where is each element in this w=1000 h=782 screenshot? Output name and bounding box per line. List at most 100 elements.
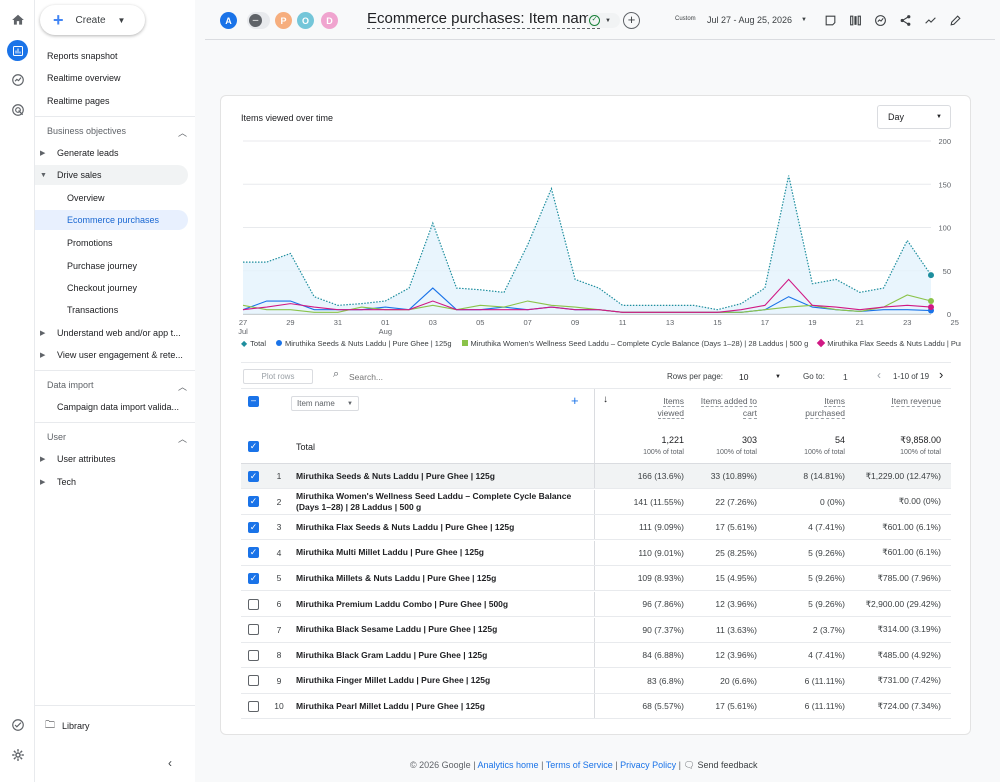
next-page-icon[interactable]: › (939, 367, 943, 382)
nav-tech[interactable]: ▶ Tech (35, 472, 188, 492)
table-row[interactable]: 8 Miruthika Black Gram Laddu | Pure Ghee … (241, 643, 951, 669)
select-all-checkbox[interactable]: – (248, 396, 259, 407)
avatar-a[interactable]: A (220, 12, 237, 29)
table-row[interactable]: ✓ 5 Miruthika Millets & Nuts Laddu | Pure … (241, 566, 951, 592)
row-checkbox[interactable]: ✓ (248, 496, 259, 508)
prev-page-icon[interactable]: ‹ (877, 368, 881, 382)
share-icon[interactable] (896, 11, 914, 29)
send-feedback-link[interactable]: Send feedback (697, 760, 757, 770)
nav-realtime-pages[interactable]: Realtime pages (35, 91, 188, 111)
customize-columns-icon[interactable] (846, 11, 864, 29)
goto-input[interactable]: 1 (843, 372, 848, 382)
items-purchased-cell: 8 (14.81%) (803, 471, 845, 481)
col-items-added-to-cart[interactable]: Items added to cart (677, 395, 757, 419)
plot-rows-button[interactable]: Plot rows (243, 369, 313, 384)
section-business-objectives[interactable]: Business objectives ︿ (47, 126, 187, 139)
explore-icon[interactable] (9, 71, 27, 89)
legend-swatch (816, 338, 826, 348)
nav-ecommerce-purchases[interactable]: Ecommerce purchases (35, 210, 188, 230)
table-row[interactable]: ✓ 1 Miruthika Seeds & Nuts Laddu | Pure Gh… (241, 464, 951, 489)
item-name: Miruthika Finger Millet Laddu | Pure Ghe… (296, 675, 491, 686)
advertising-icon[interactable] (9, 101, 27, 119)
page-title[interactable]: Ecommerce purchases: Item name (367, 10, 600, 29)
compare-icon[interactable] (871, 11, 889, 29)
table-row[interactable]: ✓ 2 Miruthika Women's Wellness Seed Laddu … (241, 489, 951, 515)
total-item-revenue: ₹9,858.00 (900, 435, 941, 445)
row-checkbox[interactable] (248, 700, 259, 712)
row-index: 10 (274, 701, 284, 712)
total-checkbox[interactable]: ✓ (248, 441, 259, 452)
create-button[interactable]: + Create ▼ (40, 5, 145, 35)
nav-reports-snapshot[interactable]: Reports snapshot (35, 46, 188, 66)
granularity-select[interactable]: Day ▼ (877, 105, 951, 129)
table-row[interactable]: 6 Miruthika Premium Laddu Combo | Pure Gh… (241, 592, 951, 617)
rows-per-page-label: Rows per page: (667, 372, 724, 381)
dimension-select[interactable]: Item name ▼ (291, 396, 359, 411)
nav-checkout-journey[interactable]: Checkout journey (35, 278, 188, 298)
rows-per-page-select[interactable]: 10 ▼ (739, 369, 781, 384)
add-dimension-icon[interactable]: + (571, 393, 579, 408)
row-checkbox[interactable]: ✓ (248, 470, 259, 482)
col-item-revenue[interactable]: Item revenue (851, 395, 941, 407)
total-items-purchased: 54 (834, 435, 845, 445)
nav-generate-leads[interactable]: ▶ Generate leads (35, 143, 188, 163)
item-revenue-cell: ₹785.00 (7.96%) (877, 572, 941, 583)
date-range-picker[interactable]: Jul 27 - Aug 25, 2026 (707, 15, 792, 25)
add-comparison-icon[interactable]: + (623, 12, 640, 29)
terms-link[interactable]: Terms of Service (546, 760, 613, 770)
row-checkbox[interactable] (248, 624, 259, 636)
table-row[interactable]: 10 Miruthika Pearl Millet Laddu | Pure Gh… (241, 694, 951, 720)
date-caret-icon[interactable]: ▼ (801, 17, 807, 23)
legend-item[interactable]: Miruthika Flax Seeds & Nuts Laddu | Pure… (816, 338, 961, 348)
table-row[interactable]: 9 Miruthika Finger Millet Laddu | Pure Gh… (241, 668, 951, 694)
row-checkbox[interactable]: ✓ (248, 572, 259, 584)
section-data-import[interactable]: Data import ︿ (47, 380, 187, 393)
privacy-link[interactable]: Privacy Policy (620, 760, 676, 770)
icon-rail (0, 0, 35, 782)
settings-gear-icon[interactable] (9, 746, 27, 764)
row-checkbox[interactable] (248, 675, 259, 687)
edit-pencil-icon[interactable] (946, 11, 964, 29)
legend-item[interactable]: ◆ Total (241, 339, 266, 348)
section-user[interactable]: User ︿ (47, 432, 187, 445)
admin-check-icon[interactable] (9, 716, 27, 734)
nav-understand-web[interactable]: ▶ Understand web and/or app t... (35, 323, 188, 343)
nav-promotions[interactable]: Promotions (35, 233, 188, 253)
col-items-purchased[interactable]: Items purchased (761, 395, 845, 419)
avatar-p[interactable]: P (275, 12, 292, 29)
legend-marker-icon: ◆ (241, 338, 248, 348)
table-row[interactable]: ✓ 3 Miruthika Flax Seeds & Nuts Laddu | Pu… (241, 515, 951, 541)
analytics-home-link[interactable]: Analytics home (478, 760, 539, 770)
avatar-o[interactable]: O (297, 12, 314, 29)
row-checkbox[interactable] (248, 598, 259, 610)
compare-toggle[interactable]: – (247, 12, 270, 29)
insights-trend-icon[interactable] (921, 11, 939, 29)
nav-realtime-overview[interactable]: Realtime overview (35, 68, 188, 88)
legend-item[interactable]: Miruthika Seeds & Nuts Laddu | Pure Ghee… (276, 339, 452, 348)
nav-view-engagement[interactable]: ▶ View user engagement & rete... (35, 345, 188, 365)
table-row[interactable]: 7 Miruthika Black Sesame Laddu | Pure Ghe… (241, 617, 951, 643)
home-icon[interactable] (9, 11, 27, 29)
section-label: User (47, 432, 67, 442)
nav-library[interactable]: 🗀 Library (35, 716, 188, 736)
insights-note-icon[interactable] (821, 11, 839, 29)
status-dropdown[interactable]: ✓ ▼ (586, 13, 620, 28)
item-name: Miruthika Seeds & Nuts Laddu | Pure Ghee… (296, 470, 495, 481)
nav-purchase-journey[interactable]: Purchase journey (35, 256, 188, 276)
row-checkbox[interactable]: ✓ (248, 547, 259, 559)
reports-icon[interactable] (7, 40, 28, 61)
row-checkbox[interactable] (248, 649, 259, 661)
avatar-d[interactable]: D (321, 12, 338, 29)
nav-drive-sales[interactable]: ▼ Drive sales (35, 165, 188, 185)
nav-overview[interactable]: Overview (35, 188, 188, 208)
row-checkbox[interactable]: ✓ (248, 521, 259, 533)
table-row[interactable]: ✓ 4 Miruthika Multi Millet Laddu | Pure Gh… (241, 540, 951, 566)
nav-user-attributes[interactable]: ▶ User attributes (35, 449, 188, 469)
collapse-nav-chevron-icon[interactable]: ‹ (168, 756, 172, 770)
sort-desc-arrow-icon[interactable]: ↓ (603, 394, 608, 405)
nav-transactions[interactable]: Transactions (35, 300, 188, 320)
search-input[interactable] (349, 369, 549, 384)
col-items-viewed[interactable]: Items viewed (611, 395, 684, 419)
nav-campaign-import[interactable]: Campaign data import valida... (35, 397, 188, 417)
legend-item[interactable]: Miruthika Women's Wellness Seed Laddu – … (461, 339, 808, 348)
